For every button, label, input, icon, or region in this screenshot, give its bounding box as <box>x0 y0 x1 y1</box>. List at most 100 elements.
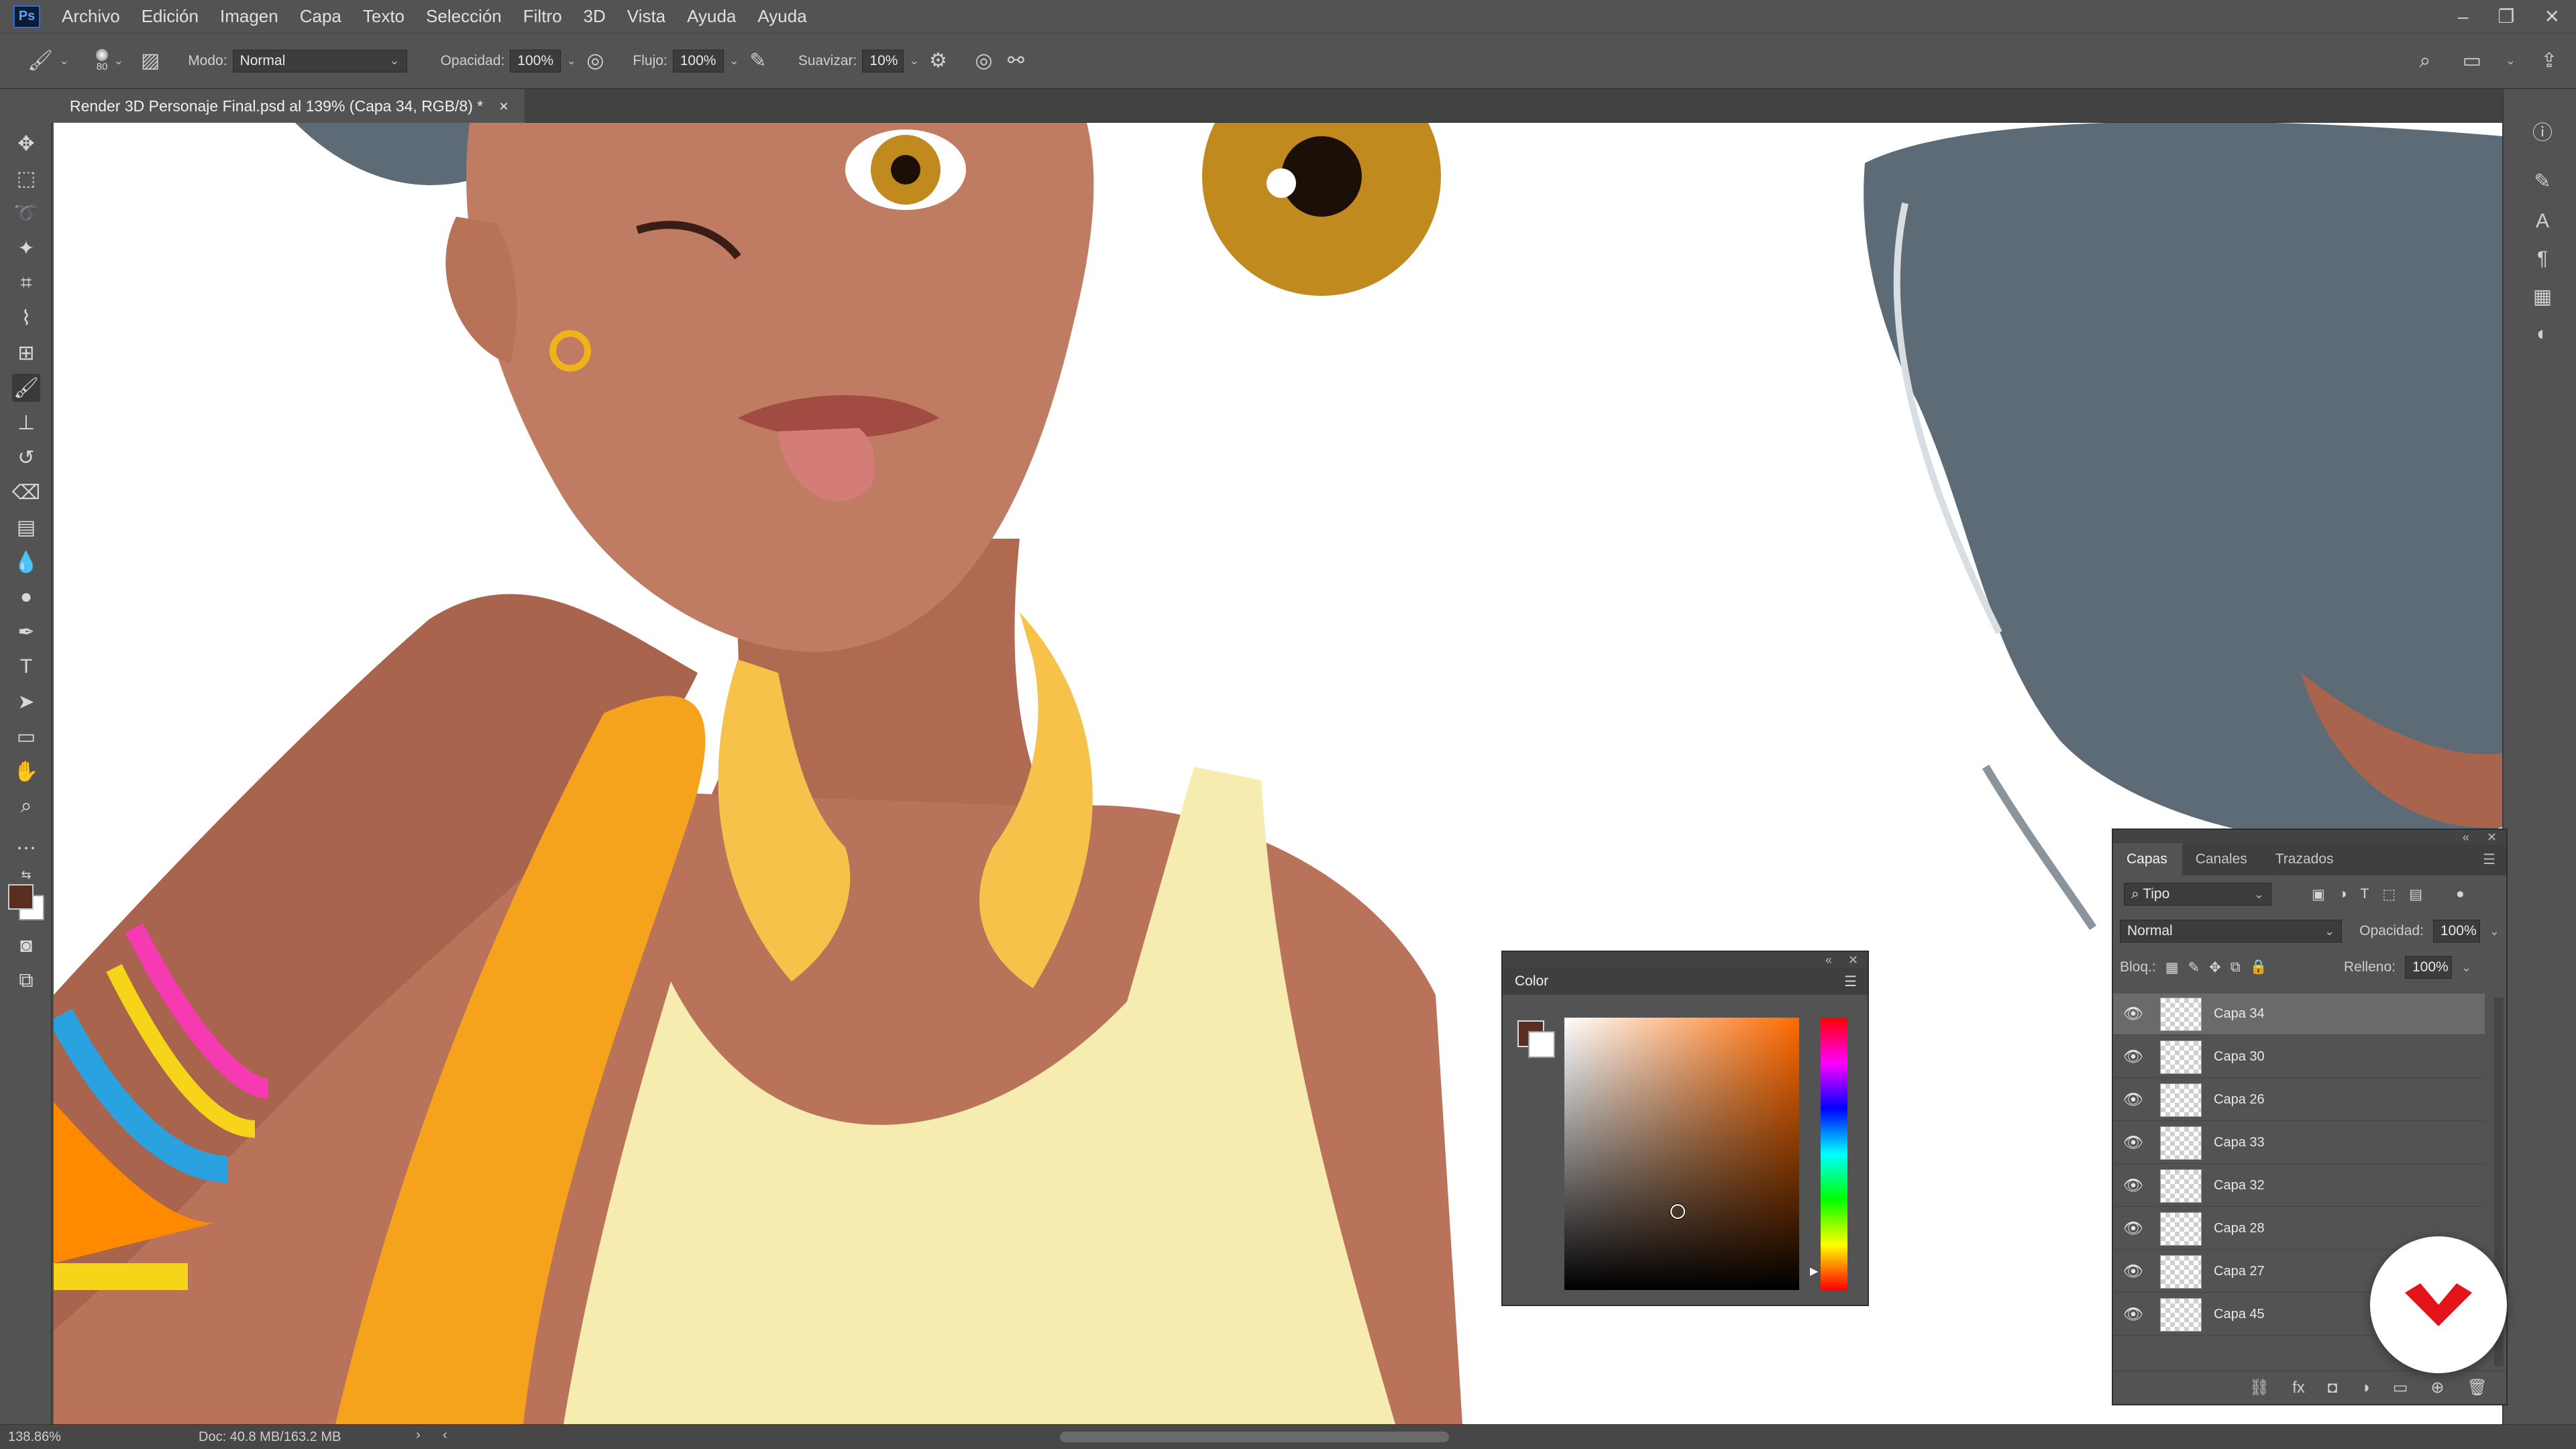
tab-trazados[interactable]: Trazados <box>2262 851 2349 875</box>
fill-input[interactable]: 100% <box>2404 956 2452 979</box>
menu-vista[interactable]: Vista <box>627 6 665 27</box>
type-tool-icon[interactable]: T <box>12 653 40 681</box>
marquee-tool-icon[interactable]: ⬚ <box>12 164 40 193</box>
layer-filter-select[interactable]: ⌕ Tipo ⌄ <box>2124 883 2271 906</box>
magic-wand-tool-icon[interactable]: ✦ <box>12 234 40 262</box>
opacity-input[interactable]: 100% <box>510 49 561 72</box>
visibility-eye-icon[interactable]: 👁 <box>2113 1305 2153 1324</box>
tab-canales[interactable]: Canales <box>2182 851 2262 875</box>
brush-tool-icon[interactable]: 🖌 <box>12 374 40 402</box>
pen-tool-icon[interactable]: ✒ <box>12 618 40 646</box>
collapse-icon[interactable]: « <box>1825 953 1832 967</box>
properties-icon[interactable]: ▦ <box>2529 285 2556 312</box>
more-tools-icon[interactable]: ⋯ <box>12 834 40 862</box>
restore-button[interactable]: ❐ <box>2498 5 2514 28</box>
add-mask-icon[interactable]: ◘ <box>2328 1379 2338 1397</box>
history-brush-icon[interactable]: ↺ <box>12 443 40 472</box>
visibility-eye-icon[interactable]: 👁 <box>2113 1262 2153 1281</box>
visibility-eye-icon[interactable]: 👁 <box>2113 1090 2153 1110</box>
healing-tool-icon[interactable]: ⊞ <box>12 339 40 367</box>
layer-row[interactable]: 👁 Capa 32 <box>2113 1165 2485 1207</box>
search-icon[interactable]: ⌕ <box>2412 50 2438 72</box>
share-icon[interactable]: ⇪ <box>2536 49 2563 72</box>
delete-layer-icon[interactable]: 🗑 <box>2467 1378 2487 1397</box>
menu-filtro[interactable]: Filtro <box>523 6 562 27</box>
shape-filter-icon[interactable]: ⬚ <box>2382 886 2396 903</box>
adjustments-icon[interactable]: ◐ <box>2529 323 2556 350</box>
visibility-eye-icon[interactable]: 👁 <box>2113 1176 2153 1195</box>
airbrush-icon[interactable]: ✎ <box>745 49 771 72</box>
lock-artboard-icon[interactable]: ⧉ <box>2231 959 2241 975</box>
eraser-tool-icon[interactable]: ⌫ <box>12 478 40 506</box>
flow-input[interactable]: 100% <box>672 49 724 72</box>
quick-mask-icon[interactable]: ◙ <box>12 932 40 960</box>
lock-position-icon[interactable]: ✥ <box>2209 959 2221 976</box>
document-tab[interactable]: Render 3D Personaje Final.psd al 139% (C… <box>54 89 525 123</box>
chevron-down-icon[interactable]: ⌄ <box>2461 961 2471 975</box>
chevron-down-icon[interactable]: ⌄ <box>909 54 919 68</box>
foreground-color-swatch[interactable] <box>8 884 34 910</box>
menu-archivo[interactable]: Archivo <box>62 6 120 27</box>
collapse-icon[interactable]: « <box>2463 830 2469 845</box>
tab-color[interactable]: Color <box>1515 973 1548 989</box>
brush-tip-icon[interactable] <box>96 49 109 61</box>
hue-slider-marker-icon[interactable]: ▶ <box>1810 1265 1818 1278</box>
horizontal-scrollbar-thumb[interactable] <box>1060 1432 1449 1442</box>
close-window-button[interactable]: ✕ <box>2544 5 2560 28</box>
menu-capa[interactable]: Capa <box>300 6 341 27</box>
chevron-down-icon[interactable]: ⌄ <box>59 54 69 68</box>
saturation-value-field[interactable] <box>1564 1018 1799 1290</box>
chevron-down-icon[interactable]: ⌄ <box>2489 924 2500 938</box>
brush-tool-preset-icon[interactable]: 🖌 <box>27 49 54 72</box>
dodge-tool-icon[interactable]: ● <box>12 583 40 611</box>
hand-tool-icon[interactable]: ✋ <box>12 757 40 786</box>
smoothing-input[interactable]: 10% <box>862 49 904 72</box>
brush-panel-icon[interactable]: ▨ <box>137 49 164 72</box>
close-panel-icon[interactable]: ✕ <box>2487 830 2497 845</box>
stamp-tool-icon[interactable]: ⊥ <box>12 409 40 437</box>
lasso-tool-icon[interactable]: ➰ <box>12 199 40 227</box>
character-icon[interactable]: A <box>2529 210 2556 237</box>
layer-row[interactable]: 👁 Capa 30 <box>2113 1036 2485 1078</box>
panel-menu-icon[interactable]: ☰ <box>2483 851 2496 868</box>
gradient-tool-icon[interactable]: ▤ <box>12 513 40 541</box>
brush-settings-icon[interactable]: ✎ <box>2529 170 2556 197</box>
visibility-eye-icon[interactable]: 👁 <box>2113 1133 2153 1152</box>
visibility-eye-icon[interactable]: 👁 <box>2113 1219 2153 1238</box>
chevron-down-icon[interactable]: ⌄ <box>729 54 739 68</box>
close-panel-icon[interactable]: ✕ <box>1848 953 1858 967</box>
screen-mode-icon[interactable]: ⧉ <box>12 967 40 995</box>
move-tool-icon[interactable]: ✥ <box>12 129 40 158</box>
menu-ventana[interactable]: Ayuda <box>687 6 736 27</box>
symmetry-icon[interactable]: ⚯ <box>1002 49 1029 72</box>
color-picker-handle[interactable] <box>1670 1204 1685 1219</box>
layer-opacity-input[interactable]: 100% <box>2432 920 2480 943</box>
layer-row[interactable]: 👁 Capa 26 <box>2113 1079 2485 1121</box>
workspace-icon[interactable]: ▭ <box>2459 49 2485 72</box>
minimize-button[interactable]: – <box>2458 6 2469 28</box>
status-expand-icon[interactable]: › <box>416 1428 421 1443</box>
crop-tool-icon[interactable]: ⌗ <box>12 269 40 297</box>
lock-all-icon[interactable]: 🔒 <box>2250 959 2267 975</box>
type-filter-icon[interactable]: T <box>2361 886 2369 902</box>
layer-row[interactable]: 👁 Capa 34 <box>2113 994 2485 1035</box>
new-adjustment-icon[interactable]: ◑ <box>2360 1379 2370 1397</box>
menu-texto[interactable]: Texto <box>363 6 405 27</box>
chevron-down-icon[interactable]: ⌄ <box>113 54 123 68</box>
image-filter-icon[interactable]: ▣ <box>2312 886 2325 903</box>
blend-mode-select[interactable]: Normal ⌄ <box>2120 920 2343 943</box>
paragraph-icon[interactable]: ¶ <box>2529 248 2556 274</box>
background-color-swatch[interactable] <box>1528 1031 1555 1058</box>
tab-capas[interactable]: Capas <box>2113 843 2182 875</box>
visibility-eye-icon[interactable]: 👁 <box>2113 1004 2153 1024</box>
chevron-down-icon[interactable]: ⌄ <box>566 54 576 68</box>
pressure-opacity-icon[interactable]: ◎ <box>582 49 608 72</box>
lock-transparency-icon[interactable]: ▦ <box>2165 959 2179 976</box>
menu-ayuda[interactable]: Ayuda <box>757 6 806 27</box>
eyedropper-tool-icon[interactable]: ⌇ <box>12 304 40 332</box>
zoom-tool-icon[interactable]: ⌕ <box>12 792 40 820</box>
hue-slider[interactable] <box>1821 1018 1847 1290</box>
scroll-left-icon[interactable]: ‹ <box>443 1428 447 1443</box>
menu-edicion[interactable]: Edición <box>142 6 199 27</box>
pressure-size-icon[interactable]: ◎ <box>970 49 997 72</box>
